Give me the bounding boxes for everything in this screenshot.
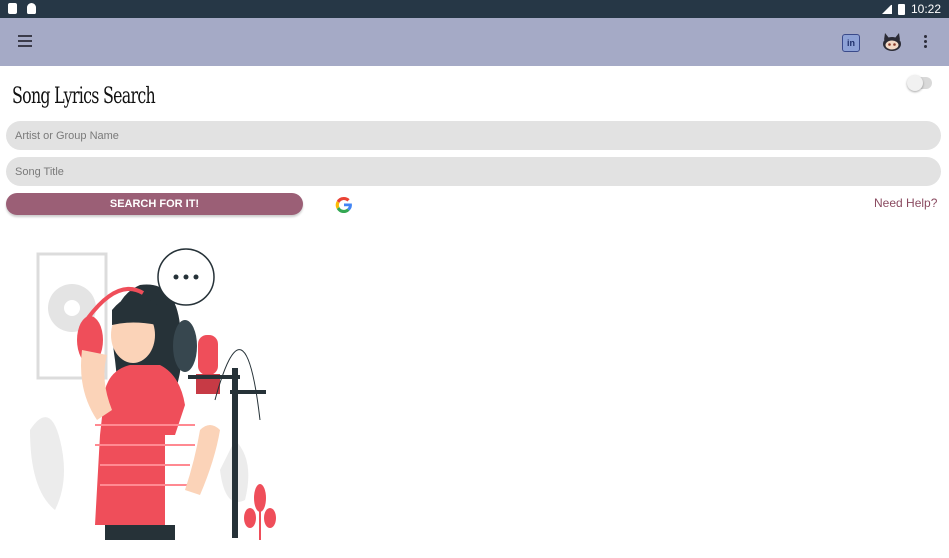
- status-bar: LTE 10:22: [0, 0, 949, 18]
- github-octocat-icon[interactable]: [880, 30, 904, 54]
- theme-toggle-switch[interactable]: [907, 75, 932, 91]
- network-type: LTE: [881, 1, 893, 7]
- artist-input[interactable]: [6, 121, 941, 150]
- hamburger-menu-icon[interactable]: [18, 35, 32, 47]
- linkedin-icon[interactable]: in: [842, 34, 860, 52]
- song-field[interactable]: [6, 157, 941, 186]
- toggle-knob: [907, 75, 923, 91]
- battery-icon: [897, 3, 905, 15]
- singer-with-microphone-illustration: [30, 248, 276, 540]
- song-title-input[interactable]: [6, 157, 941, 186]
- overflow-menu-icon[interactable]: [924, 35, 928, 49]
- sd-card-icon: [8, 3, 17, 14]
- signal-icon: LTE: [881, 1, 893, 14]
- android-icon: [27, 3, 36, 14]
- google-icon[interactable]: [334, 195, 354, 215]
- app-bar: in: [0, 18, 949, 66]
- status-time: 10:22: [910, 2, 941, 16]
- artist-field[interactable]: [6, 121, 941, 150]
- search-button[interactable]: SEARCH FOR IT!: [6, 193, 303, 215]
- app-title: Song Lyrics Search: [12, 84, 156, 109]
- need-help-link[interactable]: Need Help?: [874, 196, 937, 210]
